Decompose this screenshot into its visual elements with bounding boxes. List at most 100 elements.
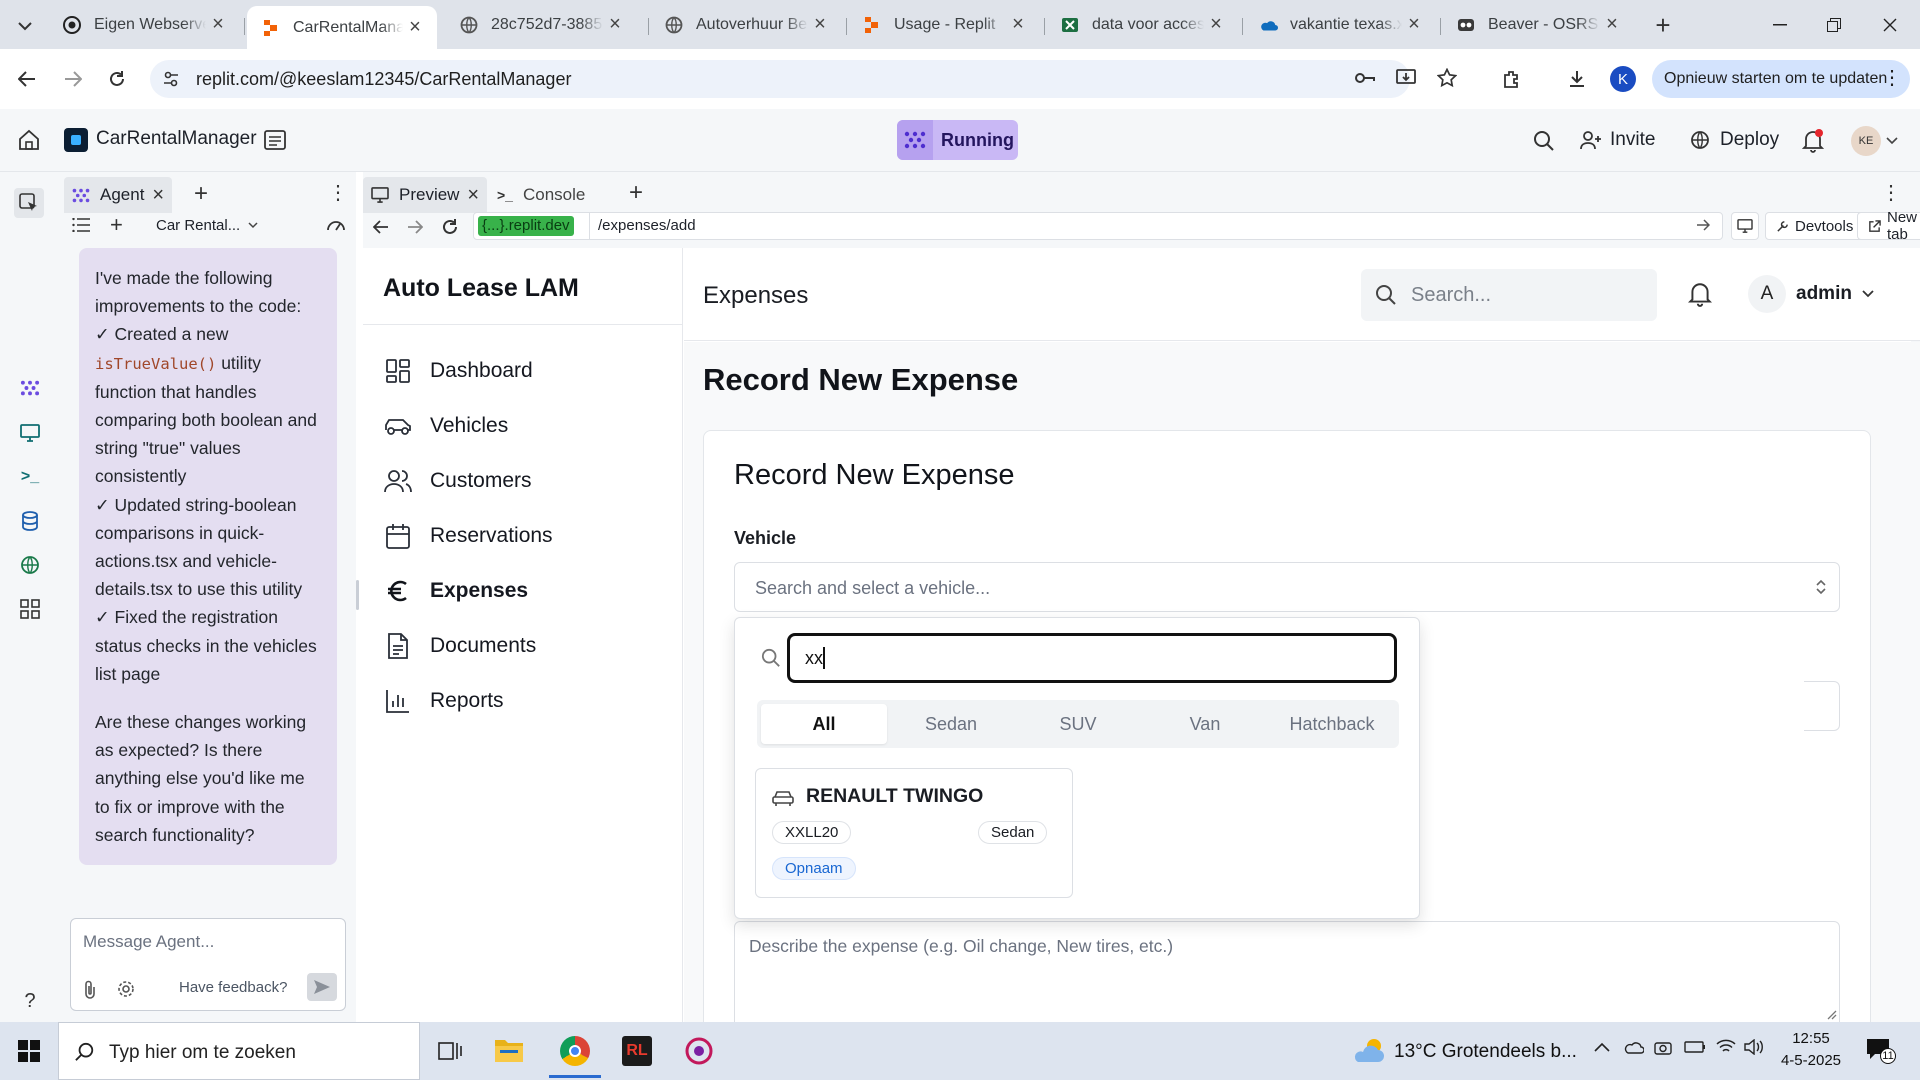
notification-center-icon[interactable]: 11: [1866, 1038, 1896, 1064]
install-app-icon[interactable]: [1396, 69, 1416, 87]
windows-start-icon[interactable]: [18, 1040, 40, 1062]
taskbar-clock[interactable]: 12:55 4-5-2025: [1774, 1028, 1848, 1072]
home-icon[interactable]: [18, 129, 40, 151]
close-icon[interactable]: ×: [467, 184, 479, 207]
window-close-icon[interactable]: [1870, 10, 1910, 40]
browser-tab-2[interactable]: 28c752d7-3885- ×: [445, 8, 637, 41]
invite-button[interactable]: Invite: [1580, 123, 1655, 157]
back-icon[interactable]: [12, 64, 42, 94]
close-icon[interactable]: ×: [1406, 13, 1422, 36]
new-tab-plus-icon[interactable]: +: [1648, 10, 1678, 40]
tab-agent[interactable]: Agent ×: [64, 177, 172, 213]
run-status-button[interactable]: Running: [897, 120, 1018, 160]
close-icon[interactable]: ×: [152, 184, 164, 207]
update-chrome-button[interactable]: Opnieuw starten om te updaten ⋮: [1652, 60, 1910, 98]
omnibox[interactable]: replit.com/@keeslam12345/CarRentalManage…: [150, 60, 1457, 98]
app-search-input[interactable]: Search...: [1361, 269, 1657, 321]
pane-resize-handle[interactable]: [356, 580, 359, 610]
preview-path[interactable]: /expenses/add: [598, 217, 696, 234]
resize-grip-icon[interactable]: [1825, 1008, 1837, 1020]
webview-icon[interactable]: [17, 420, 43, 446]
domain-badge[interactable]: {...}.replit.dev: [478, 216, 574, 236]
all-tools-icon[interactable]: [17, 596, 43, 622]
agent-project-select[interactable]: Car Rental...: [156, 217, 258, 234]
close-icon[interactable]: ×: [1604, 13, 1620, 36]
onedrive-tray-icon[interactable]: [1622, 1040, 1644, 1054]
vehicle-select[interactable]: Search and select a vehicle...: [734, 562, 1840, 612]
filter-tab-suv[interactable]: SUV: [1015, 704, 1141, 744]
deploy-button[interactable]: Deploy: [1690, 123, 1779, 157]
send-button[interactable]: [307, 973, 337, 1001]
rl-app-icon[interactable]: RL: [622, 1036, 652, 1066]
profile-avatar[interactable]: K: [1610, 66, 1636, 92]
search-icon[interactable]: [1533, 130, 1555, 152]
browser-tab-0[interactable]: Eigen Webserver ×: [48, 8, 240, 41]
bookmark-star-icon[interactable]: [1437, 68, 1457, 88]
close-icon[interactable]: ×: [1208, 13, 1224, 36]
more-vert-icon[interactable]: ⋮: [328, 180, 348, 205]
history-list-icon[interactable]: [72, 218, 90, 232]
project-name[interactable]: CarRentalManager: [96, 128, 257, 150]
forward-icon[interactable]: [58, 64, 88, 94]
nav-documents[interactable]: Documents: [384, 626, 536, 666]
site-info-icon[interactable]: [162, 70, 180, 88]
file-explorer-icon[interactable]: [494, 1036, 524, 1064]
reload-icon[interactable]: [102, 64, 132, 94]
shell-icon[interactable]: >_: [17, 464, 43, 490]
reload-icon[interactable]: [441, 218, 459, 236]
browser-tab-5[interactable]: data voor access ×: [1046, 8, 1238, 41]
close-icon[interactable]: ×: [1010, 13, 1026, 36]
deployments-icon[interactable]: [17, 552, 43, 578]
feedback-link[interactable]: Have feedback?: [179, 979, 287, 996]
chrome-icon[interactable]: [560, 1036, 590, 1066]
vehicle-result-card[interactable]: RENAULT TWINGO XXLL20 Sedan Opnaam: [755, 768, 1073, 898]
browser-tab-6[interactable]: vakantie texas.xl ×: [1244, 8, 1436, 41]
battery-icon[interactable]: [1684, 1040, 1706, 1054]
devtools-button[interactable]: Devtools: [1765, 212, 1865, 240]
nav-customers[interactable]: Customers: [384, 461, 532, 501]
filter-tab-sedan[interactable]: Sedan: [888, 704, 1014, 744]
forward-icon[interactable]: [407, 220, 423, 234]
browser-tab-7[interactable]: Beaver - OSRS W ×: [1442, 8, 1634, 41]
tab-preview[interactable]: Preview ×: [363, 177, 487, 213]
browser-tab-3[interactable]: Autoverhuur Beh ×: [650, 8, 842, 41]
notifications-bell-icon[interactable]: [1802, 129, 1824, 153]
project-info-icon[interactable]: [264, 130, 286, 150]
password-key-icon[interactable]: [1354, 69, 1376, 87]
user-menu[interactable]: A admin: [1748, 272, 1874, 316]
device-preview-icon[interactable]: [1731, 212, 1759, 240]
add-tab-plus-icon[interactable]: +: [194, 180, 208, 208]
help-icon[interactable]: ?: [17, 988, 43, 1014]
browser-tab-1[interactable]: CarRentalManag ×: [247, 6, 437, 49]
speed-gauge-icon[interactable]: [326, 216, 346, 232]
new-tab-button[interactable]: New tab: [1857, 209, 1920, 243]
go-arrow-icon[interactable]: [1696, 219, 1710, 231]
nav-dashboard[interactable]: Dashboard: [384, 351, 533, 391]
app-brand[interactable]: Auto Lease LAM: [383, 274, 579, 303]
recorder-app-icon[interactable]: [684, 1036, 714, 1066]
nav-reports[interactable]: Reports: [384, 681, 504, 721]
show-hidden-icons-icon[interactable]: [1594, 1042, 1610, 1052]
nav-reservations[interactable]: Reservations: [384, 516, 553, 556]
taskbar-search-box[interactable]: Typ hier om te zoeken: [58, 1022, 420, 1080]
close-icon[interactable]: ×: [210, 13, 226, 36]
volume-icon[interactable]: [1744, 1039, 1764, 1055]
agent-icon[interactable]: [17, 375, 43, 401]
vehicle-search-input[interactable]: xx: [787, 633, 1397, 683]
settings-icon[interactable]: [117, 980, 135, 998]
attach-paperclip-icon[interactable]: [83, 979, 97, 999]
new-chat-plus-icon[interactable]: +: [110, 212, 123, 238]
more-vert-icon[interactable]: ⋮: [1882, 68, 1902, 88]
user-avatar[interactable]: KE: [1851, 126, 1881, 156]
nav-vehicles[interactable]: Vehicles: [384, 406, 508, 446]
url-text[interactable]: replit.com/@keeslam12345/CarRentalManage…: [196, 69, 571, 90]
chevron-down-icon[interactable]: [1886, 137, 1898, 145]
nav-expenses[interactable]: Expenses: [384, 571, 528, 611]
close-icon[interactable]: ×: [407, 16, 423, 39]
restore-icon[interactable]: [1814, 10, 1854, 40]
more-vert-icon[interactable]: ⋮: [1881, 180, 1901, 205]
close-icon[interactable]: ×: [812, 13, 828, 36]
extensions-icon[interactable]: [1496, 64, 1526, 94]
add-tab-plus-icon[interactable]: +: [629, 179, 643, 207]
bell-icon[interactable]: [1688, 281, 1712, 307]
